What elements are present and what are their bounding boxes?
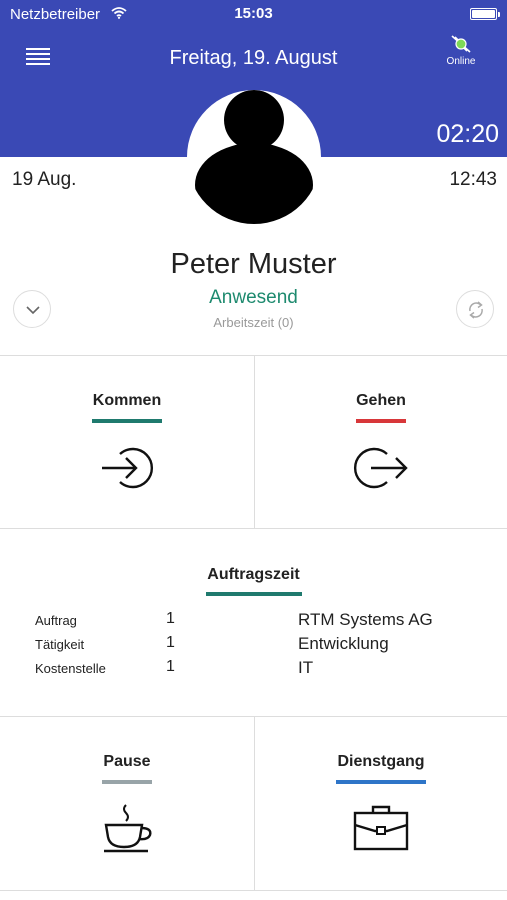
order-value: IT [298, 658, 314, 677]
refresh-button[interactable] [456, 290, 494, 328]
status-time: 15:03 [234, 5, 273, 22]
pause-button[interactable]: Pause [0, 717, 254, 890]
person-silhouette-icon [195, 90, 313, 224]
coffee-cup-icon [104, 804, 152, 853]
order-value: Entwicklung [298, 634, 389, 653]
battery-icon [470, 8, 500, 20]
divider [0, 890, 507, 891]
kommen-color-bar [92, 419, 162, 423]
order-count: 1 [166, 658, 175, 675]
order-row-auftrag[interactable]: Auftrag 1 RTM Systems AG [0, 609, 507, 633]
dienstgang-label: Dienstgang [337, 753, 425, 770]
logout-arrow-icon [354, 447, 408, 489]
worktime-label: Arbeitszeit (0) [213, 315, 294, 330]
order-count: 1 [166, 634, 175, 651]
pause-label: Pause [103, 753, 151, 770]
profile-date: 19 Aug. [12, 169, 77, 190]
dienstgang-color-bar [336, 780, 426, 784]
chevron-down-icon [26, 306, 40, 315]
order-count: 1 [166, 610, 175, 627]
connection-plug-icon [451, 35, 471, 53]
user-name: Peter Muster [170, 248, 337, 280]
expand-button[interactable] [13, 290, 51, 328]
order-label: Kostenstelle [35, 661, 106, 676]
order-row-kostenstelle[interactable]: Kostenstelle 1 IT [0, 657, 507, 681]
presence-status: Anwesend [209, 287, 298, 308]
dienstgang-button[interactable]: Dienstgang [255, 717, 507, 890]
login-arrow-icon [102, 447, 153, 489]
order-value: RTM Systems AG [298, 610, 433, 629]
kommen-label: Kommen [92, 392, 162, 409]
gehen-color-bar [356, 419, 406, 423]
pause-color-bar [102, 780, 152, 784]
order-label: Tätigkeit [35, 637, 85, 652]
briefcase-icon [353, 805, 409, 851]
online-status[interactable]: Online [436, 34, 486, 67]
online-label: Online [446, 56, 476, 67]
kommen-button[interactable]: Kommen [0, 356, 254, 528]
gehen-label: Gehen [356, 392, 406, 409]
order-label: Auftrag [35, 613, 77, 628]
divider [0, 528, 507, 529]
header-date: Freitag, 19. August [169, 47, 338, 69]
refresh-icon [469, 301, 483, 319]
avatar [187, 90, 321, 224]
order-row-taetigkeit[interactable]: Tätigkeit 1 Entwicklung [0, 633, 507, 657]
elapsed-timer: 02:20 [436, 120, 499, 148]
order-section-title: Auftragszeit [207, 566, 300, 583]
order-color-bar [206, 592, 302, 596]
profile-time: 12:43 [449, 169, 497, 190]
status-bar: Netzbetreiber 15:03 [0, 0, 507, 28]
gehen-button[interactable]: Gehen [255, 356, 507, 528]
